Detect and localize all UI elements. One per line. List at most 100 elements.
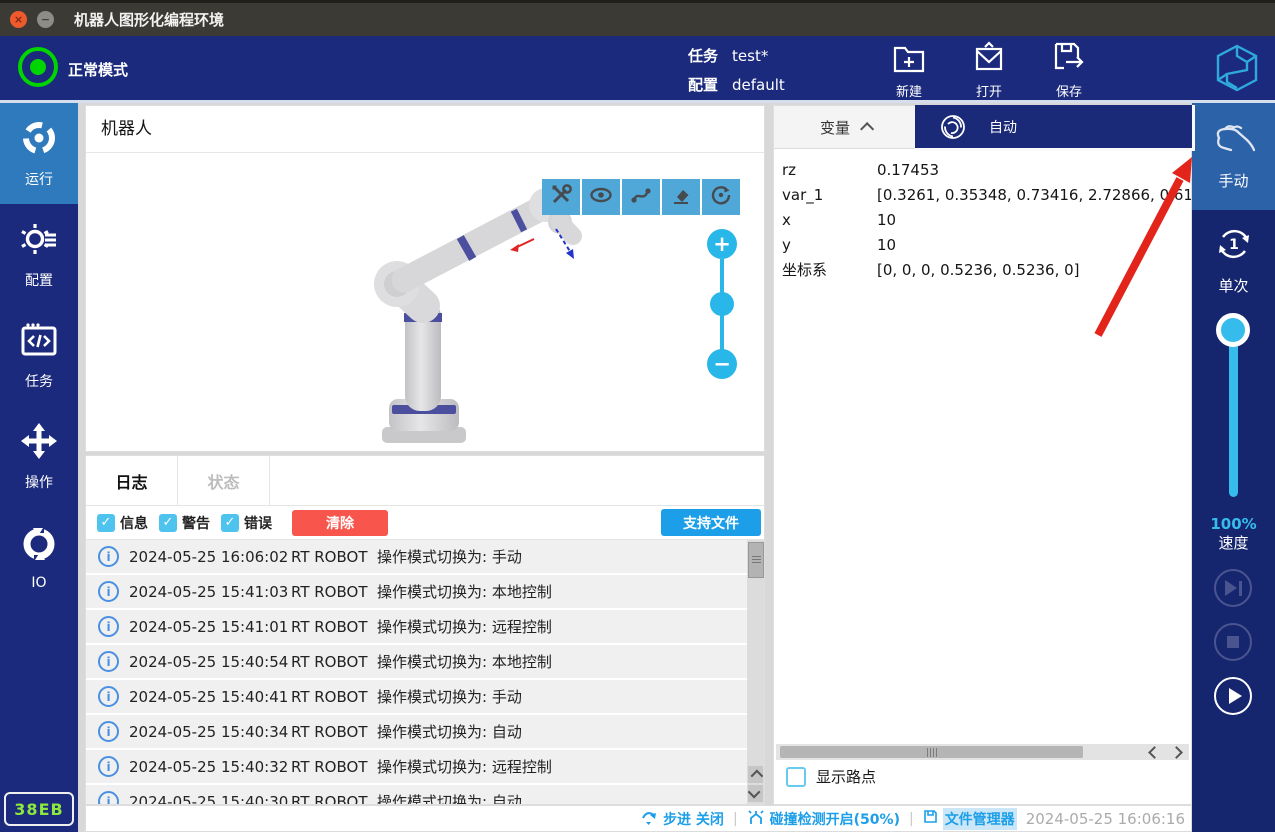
sidebar-item-task[interactable]: 任务 — [0, 305, 78, 406]
config-label: 配置 — [688, 74, 718, 95]
manual-mode-button[interactable]: 手动 — [1192, 103, 1275, 210]
log-row[interactable]: i 2024-05-25 15:40:32 RT ROBOT 操作模式切换为: … — [86, 750, 747, 783]
log-row[interactable]: i 2024-05-25 15:40:54 RT ROBOT 操作模式切换为: … — [86, 645, 747, 678]
single-cycle-button[interactable]: 1 单次 — [1192, 216, 1275, 302]
robot-view-toolbar — [542, 179, 740, 215]
play-icon — [1229, 688, 1242, 704]
hscrollbar-thumb[interactable] — [780, 746, 1083, 758]
file-manager-icon — [923, 809, 938, 828]
show-waypoints-checkbox[interactable] — [786, 767, 806, 787]
trajectory-button[interactable] — [622, 179, 660, 215]
info-icon: i — [98, 651, 119, 672]
variables-hscrollbar[interactable] — [776, 744, 1189, 760]
scroll-left-button[interactable] — [1143, 744, 1165, 760]
tab-log[interactable]: 日志 — [86, 456, 178, 505]
rotate-reset-icon — [709, 183, 733, 211]
eye-icon — [589, 183, 613, 211]
warning-checkbox[interactable]: ✓ — [159, 514, 177, 532]
sidebar-item-operate[interactable]: 操作 — [0, 406, 78, 507]
variable-row[interactable]: y 10 — [774, 232, 1191, 257]
header-divider — [0, 100, 1275, 103]
speed-label: 速度 — [1192, 534, 1275, 553]
sidebar-item-config[interactable]: 配置 — [0, 204, 78, 305]
save-button[interactable]: 保存 — [1036, 37, 1102, 100]
variable-row[interactable]: var_1 [0.3261, 0.35348, 0.73416, 2.72866… — [774, 182, 1191, 207]
clear-button[interactable]: 清除 — [292, 510, 388, 536]
info-checkbox[interactable]: ✓ — [97, 514, 115, 532]
log-row[interactable]: i 2024-05-25 15:41:03 RT ROBOT 操作模式切换为: … — [86, 575, 747, 608]
titlebar: × − 机器人图形化编程环境 — [0, 0, 1275, 36]
right-sidebar: 手动 1 单次 100% 速度 — [1192, 103, 1275, 832]
left-sidebar: 运行 配置 任务 — [0, 103, 78, 832]
scroll-up-button[interactable] — [748, 766, 763, 783]
task-value: test* — [732, 47, 768, 65]
eraser-icon — [669, 183, 693, 211]
sidebar-item-io[interactable]: IO — [0, 507, 78, 608]
support-files-button[interactable]: 支持文件 — [661, 509, 761, 536]
speed-slider-track[interactable] — [1229, 327, 1238, 497]
tools-icon — [549, 183, 573, 211]
new-button[interactable]: 新建 — [876, 37, 942, 100]
save-icon — [1051, 37, 1087, 79]
collision-detect-status[interactable]: 碰撞检测开启(50%) — [747, 809, 900, 829]
speed-slider-handle[interactable] — [1216, 313, 1250, 347]
log-row[interactable]: i 2024-05-25 15:40:34 RT ROBOT 操作模式切换为: … — [86, 715, 747, 748]
robot-panel: 机器人 — [85, 105, 765, 452]
open-icon — [971, 37, 1007, 79]
step-mode-status[interactable]: 步进 关闭 — [641, 809, 724, 829]
speed-percent: 100% — [1192, 515, 1275, 534]
zoom-out-button[interactable]: − — [707, 349, 737, 379]
speed-readout: 100% 速度 — [1192, 515, 1275, 553]
log-scrollbar-thumb[interactable] — [748, 542, 764, 578]
info-icon: i — [98, 791, 119, 804]
chevron-up-icon — [860, 122, 874, 136]
log-row[interactable]: i 2024-05-25 15:40:41 RT ROBOT 操作模式切换为: … — [86, 680, 747, 713]
cube-logo — [1213, 43, 1261, 97]
variables-panel: 变量 rz 0.17453 var_1 [0.3261, 0.35348, 0.… — [773, 105, 1192, 805]
tab-variables[interactable]: 变量 — [774, 106, 917, 148]
step-forward-icon — [1225, 580, 1242, 596]
error-checkbox[interactable]: ✓ — [221, 514, 239, 532]
status-badge: 38EB — [4, 792, 74, 826]
log-scrollbar[interactable] — [747, 540, 764, 804]
step-forward-button[interactable] — [1214, 569, 1252, 607]
eraser-button[interactable] — [662, 179, 700, 215]
stop-button[interactable] — [1214, 623, 1252, 661]
auto-mode-icon — [939, 113, 967, 141]
play-button[interactable] — [1214, 677, 1252, 715]
variable-row[interactable]: 坐标系 [0, 0, 0, 0.5236, 0.5236, 0] — [774, 257, 1191, 282]
tools-button[interactable] — [542, 179, 580, 215]
info-icon: i — [98, 721, 119, 742]
mode-menu-item-auto[interactable]: 自动 — [915, 105, 1195, 151]
variable-row[interactable]: rz 0.17453 — [774, 157, 1191, 182]
robot-panel-title: 机器人 — [86, 106, 764, 153]
zoom-in-button[interactable]: + — [707, 229, 737, 259]
rotate-reset-button[interactable] — [702, 179, 740, 215]
sidebar-item-run[interactable]: 运行 — [0, 103, 78, 204]
zoom-slider-handle[interactable] — [710, 292, 734, 316]
log-row[interactable]: i 2024-05-25 15:41:01 RT ROBOT 操作模式切换为: … — [86, 610, 747, 643]
window-minimize-button[interactable]: − — [37, 11, 54, 28]
scroll-right-button[interactable] — [1165, 744, 1187, 760]
open-button[interactable]: 打开 — [956, 37, 1022, 100]
status-separator: | — [733, 811, 738, 827]
visibility-button[interactable] — [582, 179, 620, 215]
variable-row[interactable]: x 10 — [774, 207, 1191, 232]
log-row[interactable]: i 2024-05-25 15:40:30 RT ROBOT 操作模式切换为: … — [86, 785, 747, 804]
step-icon — [641, 809, 658, 829]
collision-icon — [747, 809, 765, 829]
scroll-down-button[interactable] — [748, 785, 763, 802]
status-timestamp: 2024-05-25 16:06:16 — [1026, 810, 1185, 828]
filter-warning: ✓ 警告 — [159, 513, 210, 533]
file-manager-status[interactable]: 文件管理器 — [923, 808, 1017, 830]
tab-status[interactable]: 状态 — [178, 456, 270, 505]
settings-gear-icon — [19, 219, 59, 263]
log-row[interactable]: i 2024-05-25 16:06:02 RT ROBOT 操作模式切换为: … — [86, 540, 747, 573]
new-file-icon — [891, 37, 927, 79]
window-title: 机器人图形化编程环境 — [74, 9, 224, 30]
log-tabs: 日志 状态 — [86, 456, 764, 506]
variables-table: rz 0.17453 var_1 [0.3261, 0.35348, 0.734… — [774, 149, 1191, 282]
task-label: 任务 — [688, 45, 718, 66]
window-close-button[interactable]: × — [10, 11, 27, 28]
trajectory-icon — [629, 183, 653, 211]
